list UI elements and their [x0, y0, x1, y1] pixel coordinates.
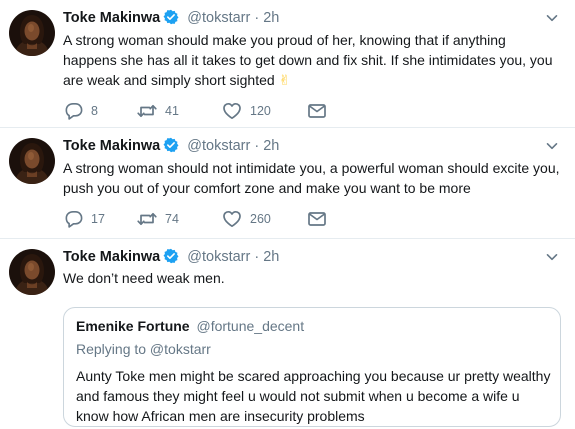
- avatar-image: [9, 249, 55, 295]
- author-handle[interactable]: @tokstarr: [187, 138, 250, 154]
- like-icon: [223, 210, 241, 228]
- direct-message-button[interactable]: [306, 209, 328, 229]
- retweet-count: 41: [165, 104, 179, 118]
- tweet-text: A strong woman should not intimidate you…: [63, 160, 560, 196]
- verified-badge-icon: [163, 248, 180, 264]
- timestamp[interactable]: 2h: [263, 249, 279, 265]
- tweet-body: A strong woman should make you proud of …: [63, 32, 553, 88]
- tweet[interactable]: Toke Makinwa @tokstarr · 2h A strong wom…: [0, 0, 575, 128]
- tweet-text: A strong woman should make you proud of …: [63, 30, 563, 90]
- retweet-icon: [137, 212, 157, 226]
- reply-icon: [65, 102, 83, 120]
- like-count: 260: [250, 212, 271, 226]
- chevron-down-icon[interactable]: [545, 139, 559, 153]
- verified-badge-icon: [163, 137, 180, 153]
- direct-message-icon: [308, 212, 326, 226]
- quoted-author-name: Emenike Fortune: [76, 318, 190, 334]
- like-button[interactable]: 120: [221, 101, 271, 121]
- like-icon: [223, 102, 241, 120]
- quoted-tweet-text: Aunty Toke men might be scared approachi…: [76, 368, 551, 424]
- retweet-button[interactable]: 74: [136, 209, 179, 229]
- quoted-author-handle: @fortune_decent: [196, 318, 305, 334]
- reply-count: 8: [91, 104, 98, 118]
- tweet-header: Toke Makinwa @tokstarr · 2h: [63, 9, 279, 27]
- tweet[interactable]: Toke Makinwa @tokstarr · 2h We don’t nee…: [0, 239, 575, 429]
- tweet[interactable]: Toke Makinwa @tokstarr · 2h A strong wom…: [0, 128, 575, 239]
- retweet-icon: [137, 104, 157, 118]
- like-button[interactable]: 260: [221, 209, 271, 229]
- separator: ·: [254, 10, 260, 26]
- reply-count: 17: [91, 212, 105, 226]
- reply-button[interactable]: 17: [63, 209, 105, 229]
- victory-hand-emoji: ✌: [278, 72, 291, 88]
- avatar-image: [9, 138, 55, 184]
- retweet-count: 74: [165, 212, 179, 226]
- tweet-header: Toke Makinwa @tokstarr · 2h: [63, 137, 279, 155]
- author-name[interactable]: Toke Makinwa: [63, 249, 160, 265]
- author-handle[interactable]: @tokstarr: [187, 10, 250, 26]
- avatar[interactable]: [9, 138, 55, 184]
- quoted-tweet[interactable]: Emenike Fortune @fortune_decent Replying…: [63, 307, 561, 427]
- author-name[interactable]: Toke Makinwa: [63, 10, 160, 26]
- replying-to: Replying to @tokstarr: [76, 341, 211, 357]
- direct-message-button[interactable]: [306, 101, 328, 121]
- reply-button[interactable]: 8: [63, 101, 98, 121]
- chevron-down-icon[interactable]: [545, 11, 559, 25]
- separator: ·: [254, 249, 260, 265]
- avatar[interactable]: [9, 10, 55, 56]
- timestamp[interactable]: 2h: [263, 10, 279, 26]
- retweet-button[interactable]: 41: [136, 101, 179, 121]
- author-name[interactable]: Toke Makinwa: [63, 138, 160, 154]
- tweet-text: We don’t need weak men.: [63, 270, 225, 286]
- reply-icon: [65, 210, 83, 228]
- direct-message-icon: [308, 104, 326, 118]
- tweet-header: Toke Makinwa @tokstarr · 2h: [63, 248, 279, 266]
- separator: ·: [254, 138, 260, 154]
- like-count: 120: [250, 104, 271, 118]
- quoted-tweet-header: Emenike Fortune @fortune_decent: [76, 317, 304, 335]
- timestamp[interactable]: 2h: [263, 138, 279, 154]
- chevron-down-icon[interactable]: [545, 250, 559, 264]
- author-handle[interactable]: @tokstarr: [187, 249, 250, 265]
- avatar[interactable]: [9, 249, 55, 295]
- verified-badge-icon: [163, 9, 180, 25]
- avatar-image: [9, 10, 55, 56]
